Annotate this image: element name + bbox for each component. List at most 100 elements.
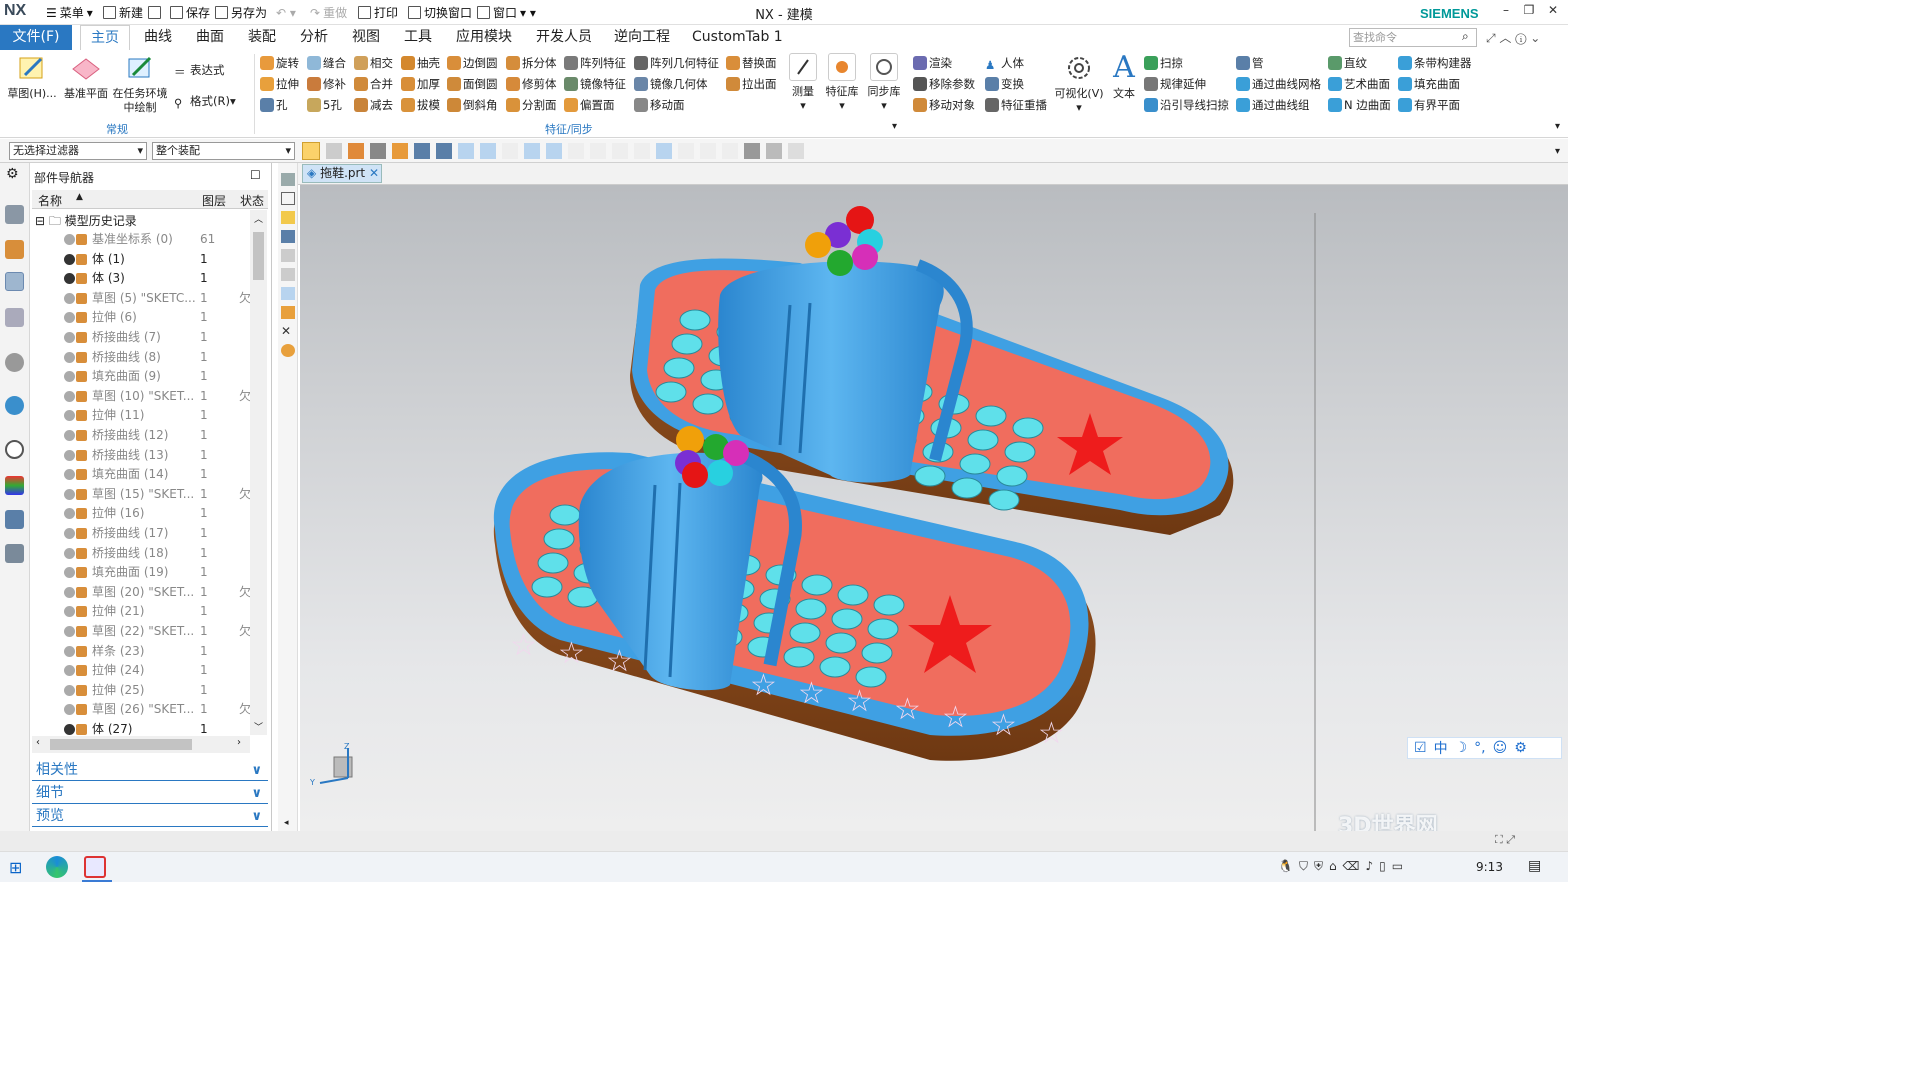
command-search-input[interactable]: 查找命令 xyxy=(1349,28,1477,47)
curve-mesh-button[interactable]: 通过曲线网格 xyxy=(1236,75,1321,93)
column-name-header[interactable]: 名称 xyxy=(38,192,62,209)
intersection-icon[interactable] xyxy=(634,143,650,159)
restore-button[interactable]: ❐ xyxy=(1520,3,1538,21)
graphics-window[interactable]: ☆☆☆☆☆☆☆☆☆☆☆☆ Z Y xyxy=(300,185,1568,831)
curve-icon[interactable] xyxy=(281,287,295,300)
filter-icon[interactable] xyxy=(370,143,386,159)
copy-icon[interactable] xyxy=(281,268,295,281)
hd3d-tools-icon[interactable] xyxy=(5,353,24,372)
windows-start-icon[interactable]: ⊞ xyxy=(9,858,22,877)
draft-button[interactable]: 拔模 xyxy=(401,96,440,114)
face-blend-button[interactable]: 面倒圆 xyxy=(447,75,498,93)
mid-point-icon[interactable] xyxy=(568,143,584,159)
bounded-plane-button[interactable]: 有界平面 xyxy=(1398,96,1472,114)
notification-icon[interactable]: ▤ xyxy=(1528,858,1541,874)
ribbon-controls[interactable]: ⤢ ︿ ⓘ ⌄ xyxy=(1486,29,1540,46)
tab-custom[interactable]: CustomTab 1 xyxy=(682,25,793,50)
navigator-row[interactable]: 拉伸 (11) 1 xyxy=(32,406,250,426)
close-tab-icon[interactable]: ✕ xyxy=(369,166,379,180)
delete-icon[interactable]: ✕ xyxy=(281,325,295,338)
point-on-curve-icon[interactable] xyxy=(678,143,694,159)
scroll-up-icon[interactable]: ︿ xyxy=(254,212,263,225)
pattern-feature-button[interactable]: 阵列特征 xyxy=(564,54,626,72)
navigator-row[interactable]: 拉伸 (25) 1 xyxy=(32,681,250,701)
hole-button[interactable]: 孔 xyxy=(260,96,299,114)
tab-application[interactable]: 应用模块 xyxy=(446,25,522,50)
ime-edit-icon[interactable]: ☑ xyxy=(1414,740,1427,756)
trim-body-button[interactable]: 修剪体 xyxy=(506,75,557,93)
move-face-button[interactable]: 移动面 xyxy=(634,96,719,114)
close-button[interactable]: ✕ xyxy=(1544,3,1562,21)
law-extension-button[interactable]: 规律延伸 xyxy=(1144,75,1229,93)
navigator-row[interactable]: 基准坐标系 (0) 61 xyxy=(32,230,250,250)
navigator-row[interactable]: 桥接曲线 (13) 1 xyxy=(32,446,250,466)
n-sided-surface-button[interactable]: N 边曲面 xyxy=(1328,96,1391,114)
reuse-library-icon[interactable] xyxy=(5,308,24,327)
status-icons[interactable]: ⛶ ⤢ xyxy=(1495,833,1515,847)
line-snap-icon[interactable] xyxy=(480,143,496,159)
view-orient-icon[interactable] xyxy=(744,143,760,159)
navigator-row[interactable]: 草图 (10) "SKET... 1 欠 xyxy=(32,387,251,407)
navigator-vscrollbar[interactable]: ︿ ﹀ xyxy=(250,210,267,735)
process-studio-icon[interactable] xyxy=(5,510,24,529)
point-on-face-icon[interactable] xyxy=(700,143,716,159)
view-icon[interactable] xyxy=(281,230,295,243)
ime-user-icon[interactable]: ☺ xyxy=(1493,740,1508,756)
tab-reverse-engineering[interactable]: 逆向工程 xyxy=(604,25,680,50)
navigator-row[interactable]: 草图 (5) "SKETC... 1 欠 xyxy=(32,289,251,309)
navigator-row[interactable]: 填充曲面 (19) 1 xyxy=(32,563,250,583)
thicken-button[interactable]: 加厚 xyxy=(401,75,440,93)
search-icon[interactable]: ⌕ xyxy=(1462,29,1469,44)
navigator-row[interactable]: 桥接曲线 (12) 1 xyxy=(32,426,250,446)
navigator-row[interactable]: 桥接曲线 (17) 1 xyxy=(32,524,250,544)
five-hole-button[interactable]: 5孔 xyxy=(307,96,346,114)
patch-button[interactable]: 修补 xyxy=(307,75,346,93)
add-icon[interactable] xyxy=(281,306,295,319)
layer-icon[interactable] xyxy=(281,211,295,224)
arc-snap-icon[interactable] xyxy=(502,143,518,159)
grid-icon[interactable] xyxy=(788,143,804,159)
ime-toolbar[interactable]: ☑ 中 ☽ °, ☺ ⚙ xyxy=(1407,737,1562,759)
navigator-row[interactable]: 拉伸 (16) 1 xyxy=(32,504,250,524)
tab-file[interactable]: 文件(F) xyxy=(0,25,72,50)
zoom-select-icon[interactable] xyxy=(436,143,452,159)
sketch-in-task-button[interactable]: 在任务环境中绘制 xyxy=(112,53,168,115)
ribbon-group-expand[interactable]: ▾ xyxy=(892,121,897,132)
vscroll-thumb[interactable] xyxy=(253,232,264,280)
tab-analysis[interactable]: 分析 xyxy=(290,25,338,50)
sync-library-button[interactable]: 同步库 ▾ xyxy=(864,53,904,113)
save-view-icon[interactable] xyxy=(281,249,295,262)
history-clock-icon[interactable] xyxy=(5,440,24,459)
navigator-hscrollbar[interactable]: ‹ › xyxy=(32,736,250,753)
mirror-feature-button[interactable]: 镜像特征 xyxy=(564,75,626,93)
pane-dependencies[interactable]: 相关性 ∨ xyxy=(32,760,268,781)
navigator-row[interactable]: 草图 (26) "SKET... 1 欠 xyxy=(32,700,251,720)
feature-replay-button[interactable]: 特征重播 xyxy=(985,96,1047,114)
navigator-row[interactable]: 体 (1) 1 xyxy=(32,250,250,270)
shell-button[interactable]: 抽壳 xyxy=(401,54,440,72)
navigator-row[interactable]: 拉伸 (6) 1 xyxy=(32,308,250,328)
offset-face-button[interactable]: 偏置面 xyxy=(564,96,626,114)
constraint-navigator-icon[interactable] xyxy=(5,240,24,259)
pattern-geometry-button[interactable]: 阵列几何特征 xyxy=(634,54,719,72)
navigator-row[interactable]: 拉伸 (24) 1 xyxy=(32,661,250,681)
transform-button[interactable]: 变换 xyxy=(985,75,1047,93)
scroll-down-icon[interactable]: ﹀ xyxy=(254,720,263,733)
clock[interactable]: 9:13 xyxy=(1476,860,1503,874)
shading-icon[interactable] xyxy=(766,143,782,159)
human-button[interactable]: ♟ 人体 xyxy=(985,54,1047,72)
pull-face-button[interactable]: 拉出面 xyxy=(726,75,777,93)
strip-builder-button[interactable]: 条带构建器 xyxy=(1398,54,1472,72)
tab-assembly[interactable]: 装配 xyxy=(238,25,286,50)
tab-tools[interactable]: 工具 xyxy=(394,25,442,50)
select-tool-icon[interactable] xyxy=(302,142,320,160)
divide-face-button[interactable]: 分割面 xyxy=(506,96,557,114)
move-object-button[interactable]: 移动对象 xyxy=(913,96,975,114)
palette-icon[interactable] xyxy=(5,476,24,495)
settings-gear-icon[interactable]: ⚙ xyxy=(6,166,19,182)
ruled-button[interactable]: 直纹 xyxy=(1328,54,1391,72)
bounded-grid-icon[interactable] xyxy=(722,143,738,159)
new-sketch-icon[interactable] xyxy=(281,173,295,186)
navigator-row[interactable]: 草图 (22) "SKET... 1 欠 xyxy=(32,622,251,642)
column-layer-header[interactable]: 图层 xyxy=(202,192,226,209)
